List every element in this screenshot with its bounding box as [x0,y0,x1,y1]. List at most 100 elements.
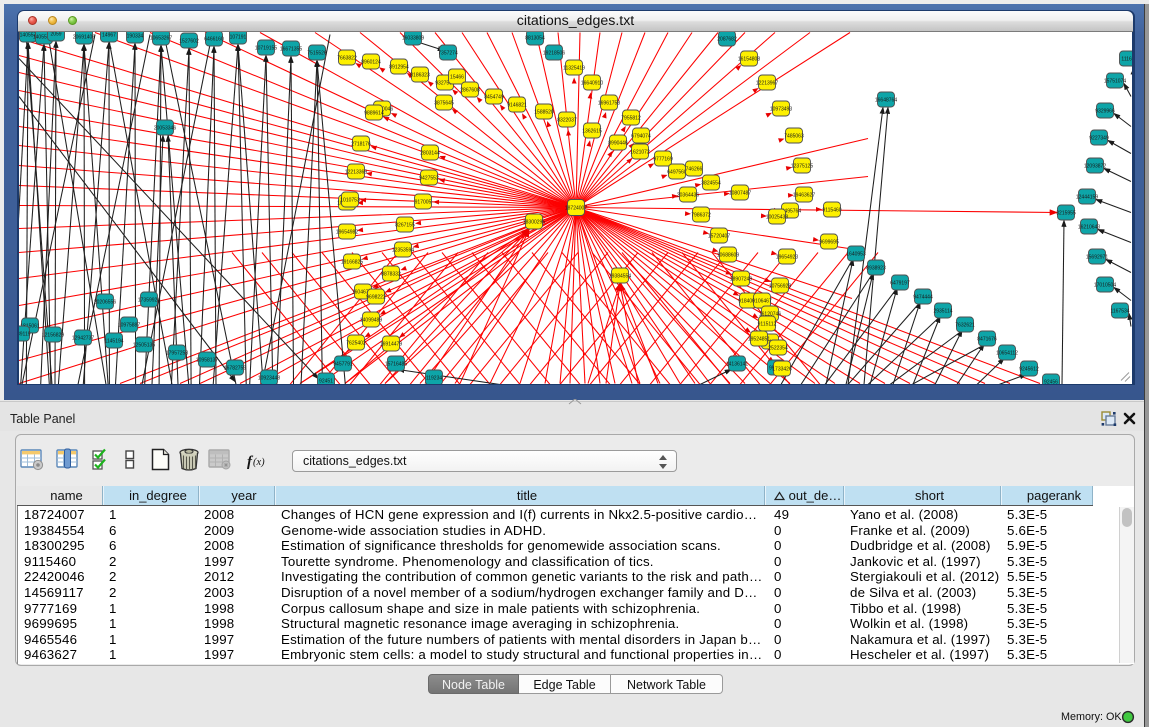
svg-text:3215955: 3215955 [1056,210,1076,216]
svg-text:7955812: 7955812 [621,115,641,121]
svg-text:19654923: 19654923 [776,254,798,260]
svg-text:8960124: 8960124 [361,59,381,65]
svg-text:7357274: 7357274 [438,50,458,56]
svg-text:12375125: 12375125 [791,163,813,169]
svg-text:10654112: 10654112 [996,350,1018,356]
svg-text:2718176: 2718176 [351,141,371,147]
svg-text:9777169: 9777169 [653,156,673,162]
svg-text:917005: 917005 [415,199,432,205]
svg-text:7663822: 7663822 [337,55,357,61]
svg-text:10975887: 10975887 [118,322,140,328]
svg-text:2522354: 2522354 [768,345,788,351]
svg-text:92456: 92456 [1044,379,1058,384]
svg-text:10756928: 10756928 [769,283,791,289]
svg-text:9889614: 9889614 [364,110,384,116]
svg-text:6794074: 6794074 [631,133,651,139]
svg-text:2935114: 2935114 [933,308,952,314]
svg-text:12942737: 12942737 [72,335,94,341]
svg-text:16914479: 16914479 [380,341,402,347]
svg-text:10688609: 10688609 [717,252,739,258]
svg-text:16154808: 16154808 [738,56,760,62]
svg-text:15716485: 15716485 [385,361,407,367]
svg-text:8912954: 8912954 [389,64,409,70]
svg-text:6497568: 6497568 [667,169,687,175]
svg-text:2087682: 2087682 [717,36,737,42]
svg-text:11163: 11163 [1121,56,1132,62]
svg-text:20053346: 20053346 [154,125,176,131]
svg-text:1733426: 1733426 [772,366,792,372]
svg-text:6479197: 6479197 [890,280,910,286]
svg-text:12213967: 12213967 [756,80,778,86]
svg-text:19524851: 19524851 [748,336,770,342]
svg-text:8813054: 8813054 [525,35,545,41]
svg-text:16210643: 16210643 [1078,224,1100,230]
svg-text:15692971: 15692971 [1086,254,1108,260]
svg-text:9698222: 9698222 [366,294,386,300]
svg-text:17359924: 17359924 [138,297,160,303]
svg-text:18907249: 18907249 [730,276,752,282]
svg-text:12505135: 12505135 [133,342,155,348]
svg-text:1621072: 1621072 [630,149,650,155]
svg-text:9699695: 9699695 [819,239,839,245]
svg-text:15751074: 15751074 [1104,78,1126,84]
svg-text:1588520: 1588520 [534,109,554,115]
svg-text:12444159: 12444159 [1076,194,1098,200]
svg-text:9227349: 9227349 [1089,135,1109,141]
svg-text:9329966: 9329966 [1095,108,1115,114]
svg-text:7632621: 7632621 [955,322,975,328]
svg-text:16961758: 16961758 [598,100,620,106]
svg-text:6466160: 6466160 [204,36,224,42]
svg-text:8878332: 8878332 [381,271,401,277]
svg-text:15720407: 15720407 [708,233,730,239]
svg-text:1939119: 1939119 [19,331,31,337]
svg-text:7485063: 7485063 [784,133,804,139]
svg-text:20691406: 20691406 [73,34,95,40]
svg-text:9427552: 9427552 [419,175,439,181]
svg-text:8471676: 8471676 [977,336,997,342]
svg-text:3824554: 3824554 [701,180,721,186]
svg-text:10807487: 10807487 [729,190,751,196]
svg-text:3875645: 3875645 [434,100,454,106]
svg-text:119234: 119234 [426,375,443,381]
svg-text:1640953: 1640953 [846,251,866,257]
svg-text:7515526: 7515526 [307,50,327,56]
svg-text:10719155: 10719155 [255,45,277,51]
svg-text:9115460: 9115460 [822,207,841,213]
svg-text:8938923: 8938923 [866,265,886,271]
svg-text:14967: 14967 [102,32,116,38]
svg-text:8186323: 8186323 [410,72,430,78]
svg-text:20206556: 20206556 [94,299,116,305]
svg-text:9457791: 9457791 [333,361,353,367]
svg-text:8990446: 8990446 [608,140,628,146]
svg-text:19654982: 19654982 [336,229,358,235]
svg-text:1010753: 1010753 [340,197,360,203]
svg-text:10653267: 10653267 [150,35,172,41]
svg-text:(x): (x) [253,457,265,468]
svg-text:19218506: 19218506 [543,50,565,56]
svg-text:12213369: 12213369 [345,169,367,175]
svg-text:9474444: 9474444 [913,294,933,300]
svg-text:10958137: 10958137 [196,357,218,363]
svg-text:14099489: 14099489 [360,317,382,323]
svg-text:1145194: 1145194 [104,338,123,344]
svg-text:16648764: 16648764 [875,97,897,103]
svg-text:8267155: 8267155 [395,222,415,228]
svg-text:14136141: 14136141 [726,361,748,367]
svg-text:107191: 107191 [230,34,247,40]
svg-text:1527602: 1527602 [179,38,199,44]
svg-text:9106467: 9106467 [752,298,772,304]
svg-text:17010504: 17010504 [1094,282,1116,288]
svg-text:16033809: 16033809 [402,35,424,41]
svg-text:9245612: 9245612 [1019,366,1039,372]
svg-text:8454749: 8454749 [484,94,504,100]
svg-text:10923448: 10923448 [258,375,280,381]
svg-text:15466: 15466 [450,74,464,80]
svg-text:9115112: 9115112 [758,321,777,327]
svg-text:20364436: 20364436 [677,192,699,198]
svg-text:16782759: 16782759 [224,365,246,371]
svg-text:190334: 190334 [127,33,144,39]
svg-text:19384554: 19384554 [609,273,631,279]
svg-text:8322037: 8322037 [557,117,577,123]
svg-text:9146821: 9146821 [507,102,527,108]
svg-text:12353594: 12353594 [392,247,414,253]
